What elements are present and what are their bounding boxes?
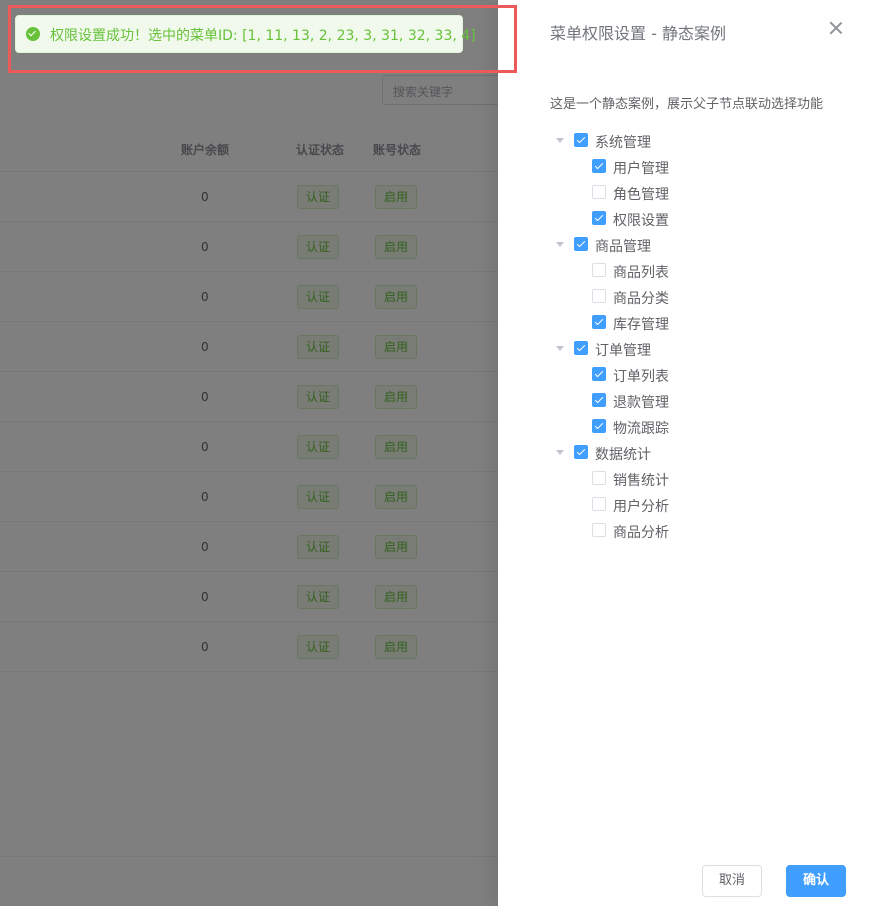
drawer-title: 菜单权限设置 - 静态案例 [550,24,726,43]
cancel-button[interactable]: 取消 [702,865,762,897]
caret-down-icon[interactable] [556,138,564,143]
tree-checkbox[interactable] [592,471,606,485]
tree-checkbox[interactable] [592,497,606,511]
tree-node-parent[interactable]: 订单管理 [550,336,870,362]
tree-checkbox[interactable] [592,289,606,303]
tree-checkbox[interactable] [592,211,606,225]
tree-node-label: 销售统计 [613,473,669,489]
tree-checkbox[interactable] [592,315,606,329]
tree-node-label: 角色管理 [613,187,669,203]
confirm-button[interactable]: 确认 [786,865,846,897]
tree-node-label: 商品管理 [595,239,651,255]
caret-down-icon[interactable] [556,242,564,247]
tree-node-child[interactable]: 库存管理 [550,310,870,336]
tree-node-label: 系统管理 [595,135,651,151]
tree-checkbox[interactable] [574,133,588,147]
tree-node-child[interactable]: 物流跟踪 [550,414,870,440]
tree-node-label: 商品列表 [613,265,669,281]
menu-tree: 系统管理用户管理角色管理权限设置商品管理商品列表商品分类库存管理订单管理订单列表… [550,128,870,544]
tree-node-child[interactable]: 退款管理 [550,388,870,414]
success-toast: 权限设置成功！选中的菜单ID: [1, 11, 13, 2, 23, 3, 31… [15,15,476,53]
tree-node-child[interactable]: 商品分类 [550,284,870,310]
toast-message: 权限设置成功！选中的菜单ID: [1, 11, 13, 2, 23, 3, 31… [50,28,476,44]
tree-node-child[interactable]: 订单列表 [550,362,870,388]
tree-node-child[interactable]: 角色管理 [550,180,870,206]
tree-checkbox[interactable] [592,367,606,381]
tree-node-child[interactable]: 销售统计 [550,466,870,492]
tree-node-label: 库存管理 [613,317,669,333]
tree-checkbox[interactable] [574,445,588,459]
tree-node-child[interactable]: 权限设置 [550,206,870,232]
tree-checkbox[interactable] [592,159,606,173]
tree-node-label: 订单管理 [595,343,651,359]
caret-down-icon[interactable] [556,450,564,455]
tree-node-label: 订单列表 [613,369,669,385]
tree-node-label: 商品分类 [613,291,669,307]
tree-node-child[interactable]: 商品列表 [550,258,870,284]
close-icon[interactable] [826,18,846,38]
tree-checkbox[interactable] [592,185,606,199]
tree-node-label: 用户分析 [613,499,669,515]
tree-node-parent[interactable]: 商品管理 [550,232,870,258]
tree-checkbox[interactable] [592,419,606,433]
permission-drawer: 菜单权限设置 - 静态案例 这是一个静态案例，展示父子节点联动选择功能 系统管理… [498,0,877,906]
tree-node-child[interactable]: 用户管理 [550,154,870,180]
tree-checkbox[interactable] [592,523,606,537]
tree-node-parent[interactable]: 数据统计 [550,440,870,466]
tree-node-child[interactable]: 用户分析 [550,492,870,518]
tree-node-label: 数据统计 [595,447,651,463]
tree-node-label: 商品分析 [613,525,669,541]
tree-node-label: 退款管理 [613,395,669,411]
tree-checkbox[interactable] [574,237,588,251]
drawer-description: 这是一个静态案例，展示父子节点联动选择功能 [550,97,824,112]
tree-checkbox[interactable] [574,341,588,355]
success-check-icon [26,27,40,41]
tree-node-label: 用户管理 [613,161,669,177]
tree-checkbox[interactable] [592,263,606,277]
caret-down-icon[interactable] [556,346,564,351]
tree-node-parent[interactable]: 系统管理 [550,128,870,154]
tree-checkbox[interactable] [592,393,606,407]
tree-node-label: 物流跟踪 [613,421,669,437]
tree-node-label: 权限设置 [613,213,669,229]
tree-node-child[interactable]: 商品分析 [550,518,870,544]
